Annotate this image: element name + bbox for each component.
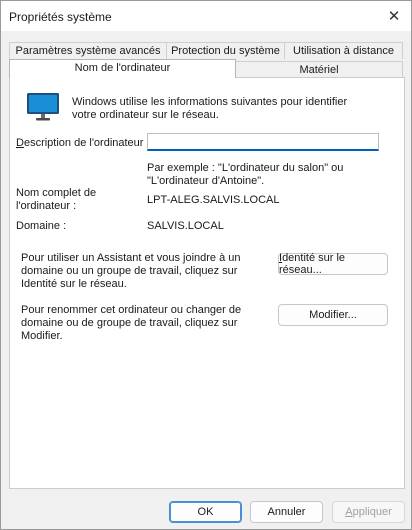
tab-label: Matériel [299,64,339,76]
description-input[interactable] [147,133,379,151]
system-properties-window: Propriétés système ✕ Paramètres système … [0,0,412,530]
network-id-button-label: dentité sur le réseau... [279,252,346,276]
tab-system-protection[interactable]: Protection du système [166,42,285,59]
tab-remote-access[interactable]: Utilisation à distance [284,42,403,59]
intro-text: Windows utilise les informations suivant… [72,96,348,121]
tab-label: Utilisation à distance [293,45,394,57]
domain-value: SALVIS.LOCAL [147,220,224,232]
cancel-button-label: Annuler [267,506,306,518]
tab-computer-name[interactable]: Nom de l'ordinateur [9,59,236,78]
tab-hardware[interactable]: Matériel [235,61,403,78]
full-name-label: Nom complet de l'ordinateur : [16,187,97,212]
tab-advanced-settings[interactable]: Paramètres système avancés [9,42,167,59]
window-title: Propriétés système [9,10,112,24]
tab-label: Nom de l'ordinateur [74,62,171,74]
apply-mnemonic: A [345,506,353,518]
title-bar[interactable]: Propriétés système ✕ [1,1,411,31]
rename-description: Pour renommer cet ordinateur ou changer … [21,304,242,342]
full-name-value: LPT-ALEG.SALVIS.LOCAL [147,194,280,206]
description-mnemonic: D [16,137,24,149]
domain-label: Domaine : [16,220,67,232]
change-button[interactable]: Modifier... [278,304,388,326]
ok-button-label: OK [197,506,214,518]
description-label-text: escription de l'ordinateur : [23,137,150,149]
ok-button[interactable]: OK [169,501,242,523]
tab-label: Protection du système [171,45,280,57]
tab-label: Paramètres système avancés [15,45,161,57]
network-id-button[interactable]: Identité sur le réseau... [278,252,388,276]
change-button-label: Modifier... [309,309,357,321]
apply-button-label: ppliquer [352,506,392,518]
monitor-icon [27,93,59,121]
description-label: Description de l'ordinateur : [16,137,150,150]
apply-button[interactable]: Appliquer [332,501,405,523]
computer-name-panel: Windows utilise les informations suivant… [9,77,405,489]
network-id-description: Pour utiliser un Assistant et vous joind… [21,252,241,290]
cancel-button[interactable]: Annuler [250,501,323,523]
close-button[interactable]: ✕ [383,5,405,27]
example-text: Par exemple : "L'ordinateur du salon" ou… [147,162,344,187]
close-icon: ✕ [387,8,401,25]
